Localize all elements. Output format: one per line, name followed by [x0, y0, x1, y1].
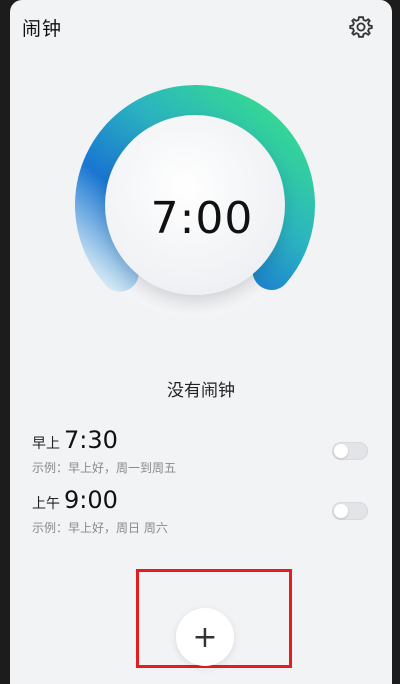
- alarm-item[interactable]: 上午 9:00 示例：早上好，周日 周六: [10, 486, 392, 546]
- alarm-period: 早上: [32, 436, 60, 452]
- no-alarm-text: 没有闹钟: [167, 381, 235, 401]
- current-time: 7:00: [150, 192, 254, 244]
- alarm-toggle[interactable]: [332, 442, 368, 460]
- screen: 闹钟 7:00 没有闹钟 早上 7:30 示例：早上好，周一到周五 上午 9:0…: [10, 0, 392, 684]
- alarm-period: 上午: [32, 496, 60, 512]
- add-alarm-button[interactable]: +: [176, 608, 234, 666]
- alarm-description: 示例：早上好，周日 周六: [32, 521, 168, 535]
- toggle-knob: [334, 444, 348, 458]
- alarm-item[interactable]: 早上 7:30 示例：早上好，周一到周五: [10, 426, 392, 486]
- plus-icon: +: [192, 619, 218, 655]
- alarm-toggle[interactable]: [332, 502, 368, 520]
- gear-icon: [349, 16, 373, 38]
- alarm-description: 示例：早上好，周一到周五: [32, 461, 177, 475]
- settings-button[interactable]: [348, 14, 374, 40]
- alarm-time: 7:30: [64, 426, 118, 454]
- page-title: 闹钟: [22, 18, 63, 40]
- phone-frame: 闹钟 7:00 没有闹钟 早上 7:30 示例：早上好，周一到周五 上午 9:0…: [0, 0, 400, 684]
- alarm-time: 9:00: [64, 486, 118, 514]
- toggle-knob: [334, 504, 348, 518]
